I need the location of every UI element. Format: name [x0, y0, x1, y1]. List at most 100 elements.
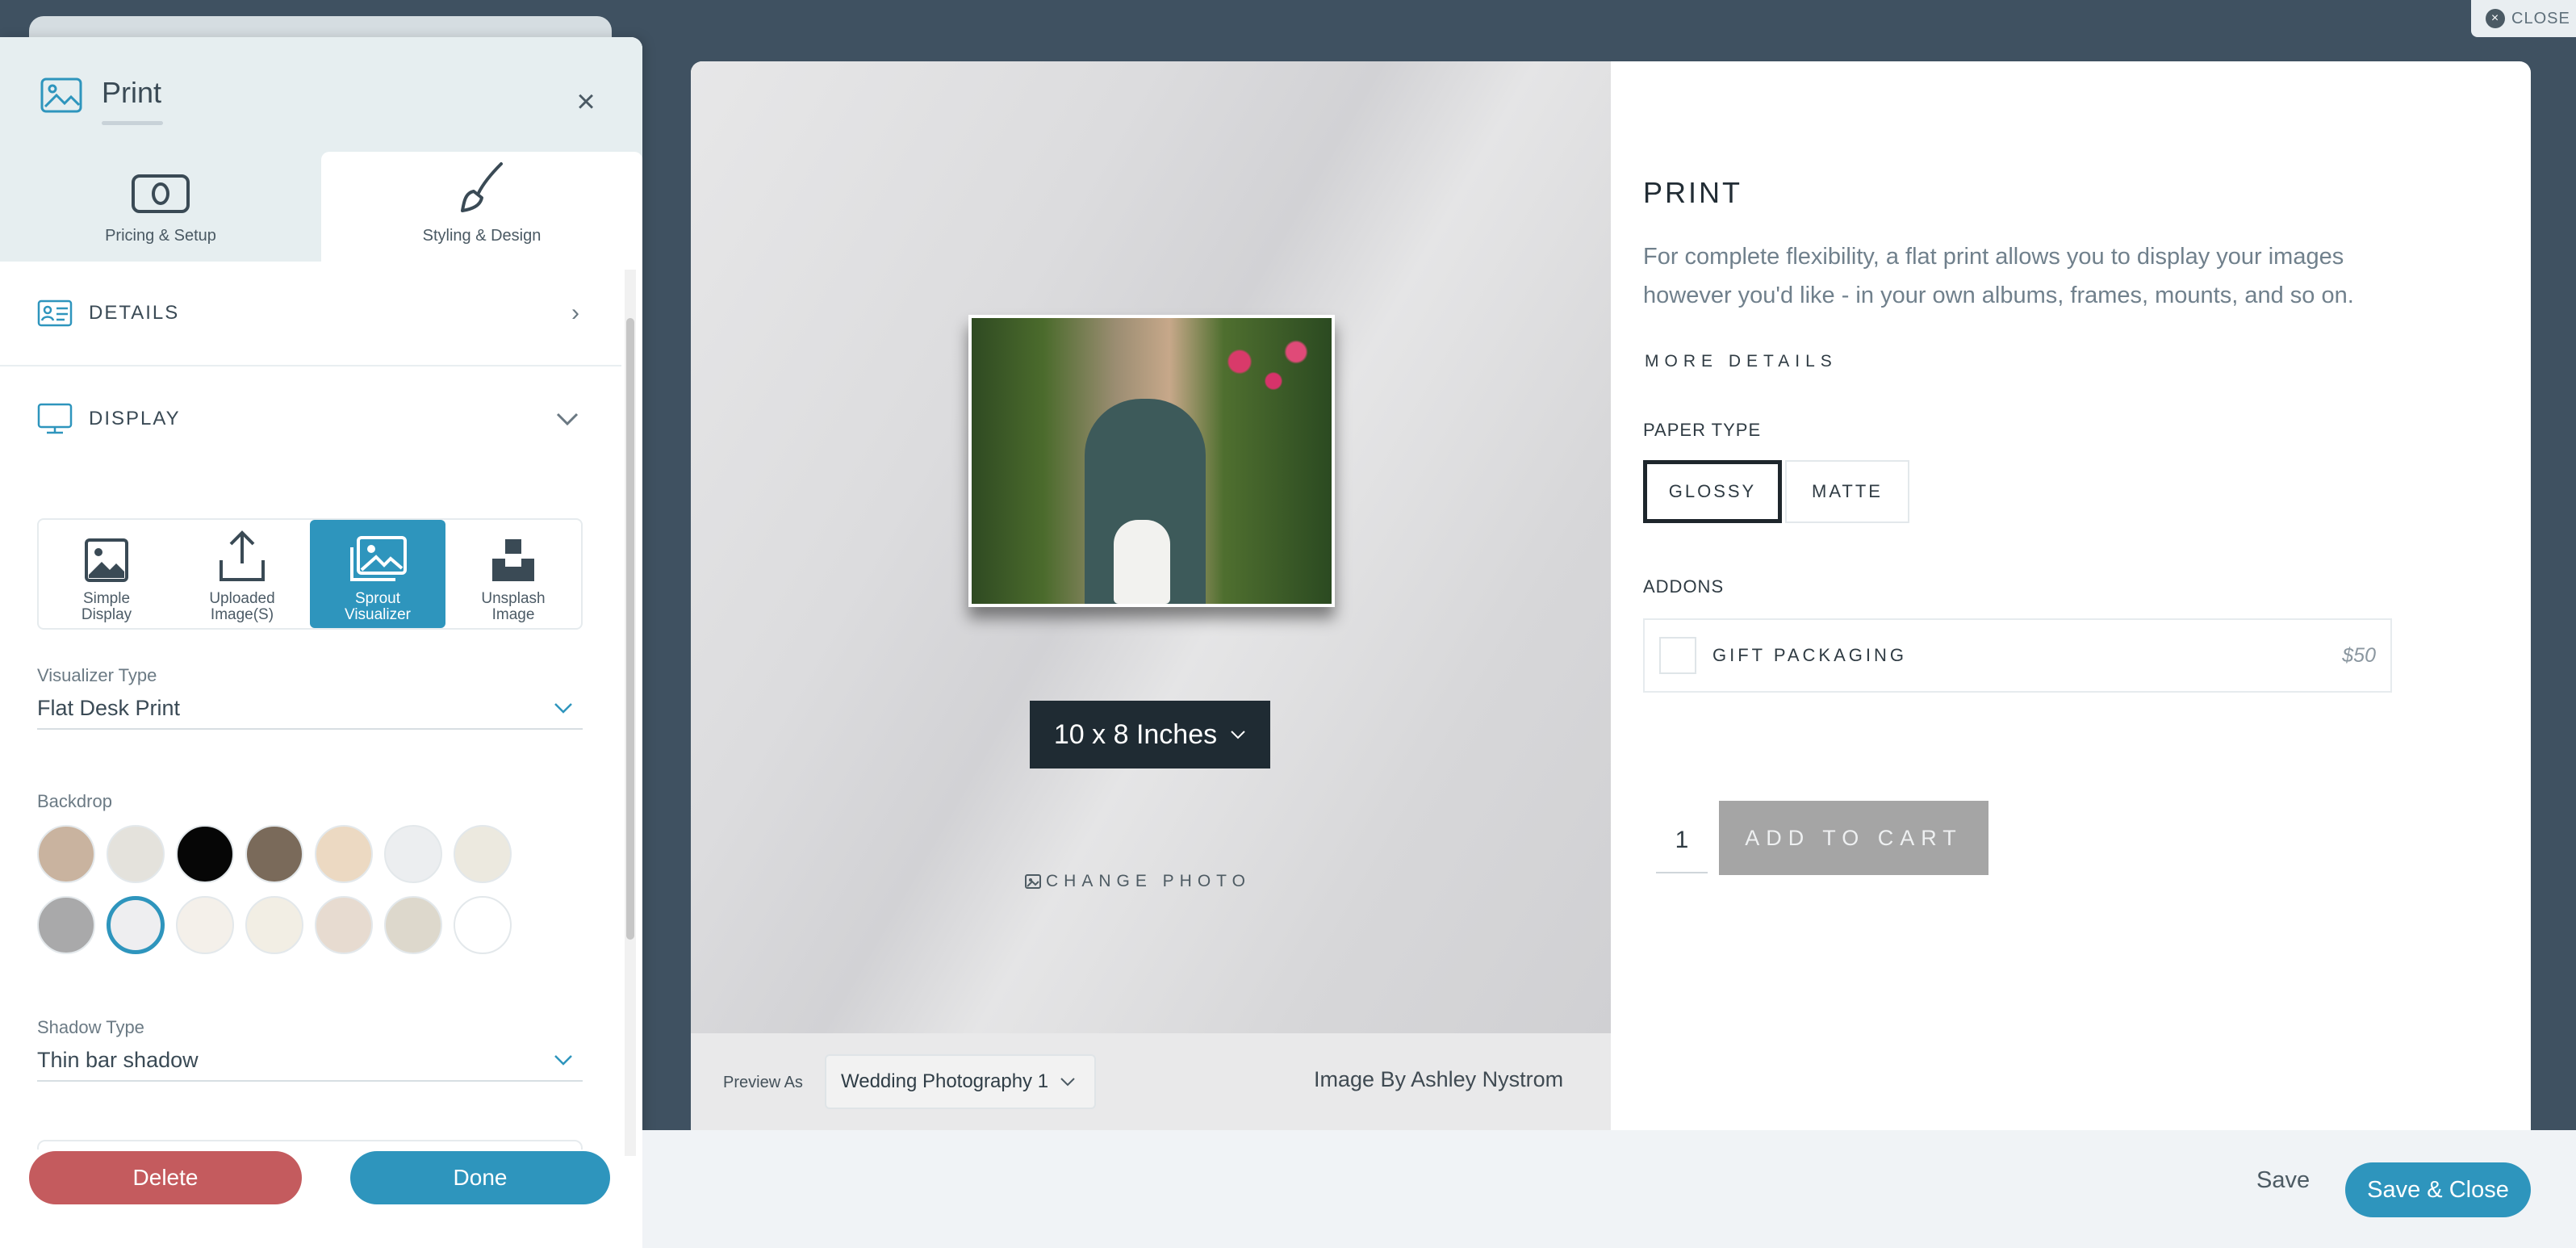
tab-styling-design-label: Styling & Design	[422, 227, 542, 245]
backdrop-swatch[interactable]	[315, 825, 373, 883]
option-uploaded-label-1: Uploaded	[209, 590, 275, 607]
visualizer-type-value: Flat Desk Print	[37, 695, 181, 720]
visualizer-type-select[interactable]: Flat Desk Print	[37, 688, 583, 730]
photo-flowers	[1206, 333, 1319, 429]
size-select[interactable]: 10 x 8 Inches	[1030, 701, 1270, 768]
option-sprout-label-1: Sprout	[355, 590, 400, 607]
option-unsplash-label-2: Image	[491, 606, 535, 623]
backdrop-swatch[interactable]	[37, 825, 95, 883]
option-uploaded-label-2: Image(S)	[210, 606, 274, 623]
tab-styling-design[interactable]: Styling & Design	[321, 152, 642, 262]
more-details-link[interactable]: MORE DETAILS	[1645, 352, 1838, 371]
title-underline	[102, 121, 163, 125]
preview-area: 10 x 8 Inches CHANGE PHOTO Preview As We…	[691, 61, 1611, 1130]
addon-checkbox[interactable]	[1659, 637, 1696, 674]
paper-type-label: PAPER TYPE	[1643, 420, 1762, 440]
preview-as-select[interactable]: Wedding Photography 1	[825, 1054, 1096, 1109]
addon-gift-packaging[interactable]: GIFT PACKAGING $50	[1643, 618, 2392, 693]
id-card-icon	[37, 299, 73, 327]
preview-as-value: Wedding Photography 1	[841, 1070, 1049, 1092]
panel-sections: DETAILS › DISPLAY Simple Display Uploade…	[0, 262, 621, 1150]
section-details[interactable]: DETAILS ›	[0, 262, 621, 366]
option-sprout-visualizer[interactable]: Sprout Visualizer	[310, 520, 445, 628]
money-icon	[132, 174, 190, 213]
backdrop-swatch[interactable]	[245, 896, 303, 954]
scrollbar-thumb[interactable]	[626, 318, 634, 940]
tab-pricing-setup[interactable]: Pricing & Setup	[0, 152, 321, 262]
section-display[interactable]: DISPLAY	[0, 366, 621, 471]
close-icon: ×	[2486, 9, 2505, 28]
change-photo-button[interactable]: CHANGE PHOTO	[1025, 872, 1251, 891]
backdrop-swatches	[37, 825, 554, 954]
backdrop-swatch[interactable]	[37, 896, 95, 954]
panel-close-icon[interactable]: ×	[567, 82, 605, 121]
panel-tabs: Pricing & Setup Styling & Design	[0, 152, 642, 262]
image-credit: Image By Ashley Nystrom	[1314, 1067, 1564, 1091]
chevron-right-icon: ›	[571, 299, 579, 326]
save-close-button[interactable]: Save & Close	[2345, 1162, 2531, 1217]
close-label: CLOSE	[2511, 9, 2570, 27]
option-sprout-label-2: Visualizer	[344, 606, 412, 623]
product-details: PRINT For complete flexibility, a flat p…	[1611, 61, 2531, 1130]
shadow-type-value: Thin bar shadow	[37, 1047, 199, 1072]
shadow-type-label: Shadow Type	[37, 1017, 144, 1037]
paper-matte-button[interactable]: MATTE	[1785, 460, 1909, 523]
backdrop-swatch[interactable]	[107, 825, 165, 883]
backdrop-swatch[interactable]	[245, 825, 303, 883]
wedding-photo	[972, 318, 1332, 604]
panel-scrollbar[interactable]	[625, 270, 636, 1156]
save-button[interactable]: Save	[2256, 1167, 2310, 1194]
photo-icon	[1025, 874, 1041, 889]
print-preview	[968, 315, 1335, 607]
backdrop-swatch[interactable]	[454, 825, 512, 883]
chevron-down-icon	[554, 703, 572, 714]
backdrop-swatch[interactable]	[107, 896, 165, 954]
backdrop-swatch[interactable]	[384, 896, 442, 954]
unsplash-icon	[492, 539, 534, 581]
paper-glossy-button[interactable]: GLOSSY	[1643, 460, 1782, 523]
close-editor-button[interactable]: × CLOSE	[2471, 0, 2576, 37]
option-simple-label-1: Simple	[82, 590, 131, 607]
option-uploaded-images[interactable]: Uploaded Image(S)	[174, 520, 310, 628]
visualizer-type-label: Visualizer Type	[37, 665, 157, 685]
backdrop-label: Backdrop	[37, 791, 112, 811]
option-unsplash-image[interactable]: Unsplash Image	[445, 520, 581, 628]
monitor-icon	[37, 403, 73, 434]
backdrop-swatch[interactable]	[176, 896, 234, 954]
backdrop-swatch[interactable]	[454, 896, 512, 954]
display-options: Simple Display Uploaded Image(S) Sprout Vis…	[37, 518, 583, 630]
chevron-down-icon	[556, 413, 579, 426]
backdrop-swatch[interactable]	[384, 825, 442, 883]
image-icon	[40, 77, 82, 113]
panel-header: Print ×	[0, 37, 642, 152]
option-simple-display[interactable]: Simple Display	[39, 520, 174, 628]
delete-button[interactable]: Delete	[29, 1151, 302, 1204]
backdrop-swatch[interactable]	[315, 896, 373, 954]
panel-title: Print	[102, 76, 162, 109]
product-card: 10 x 8 Inches CHANGE PHOTO Preview As We…	[691, 61, 2531, 1130]
preview-as-label: Preview As	[723, 1074, 803, 1091]
option-unsplash-label-1: Unsplash	[481, 590, 546, 607]
option-simple-label-2: Display	[81, 606, 132, 623]
product-title: PRINT	[1643, 176, 1742, 209]
addon-price: $50	[2342, 643, 2376, 667]
picture-icon	[85, 538, 128, 582]
next-field-box	[37, 1140, 583, 1150]
addon-name: GIFT PACKAGING	[1712, 645, 1907, 665]
chevron-down-icon	[1060, 1078, 1075, 1087]
paintbrush-icon	[461, 162, 503, 212]
backdrop-swatch[interactable]	[176, 825, 234, 883]
tab-pricing-setup-label: Pricing & Setup	[105, 227, 216, 245]
chevron-down-icon	[554, 1055, 572, 1066]
size-label: 10 x 8 Inches	[1053, 718, 1218, 750]
add-to-cart-button[interactable]: ADD TO CART	[1719, 801, 1988, 875]
done-button[interactable]: Done	[350, 1151, 610, 1204]
editor-panel: Print × Pricing & Setup Styling & Design	[0, 37, 642, 1248]
chevron-down-icon	[1231, 731, 1245, 739]
shadow-type-select[interactable]: Thin bar shadow	[37, 1040, 583, 1082]
quantity-input[interactable]: 1	[1656, 809, 1708, 873]
photo-couple	[1114, 520, 1170, 604]
addons-label: ADDONS	[1643, 576, 1725, 597]
section-details-label: DETAILS	[89, 302, 180, 324]
change-photo-label: CHANGE PHOTO	[1046, 872, 1251, 890]
